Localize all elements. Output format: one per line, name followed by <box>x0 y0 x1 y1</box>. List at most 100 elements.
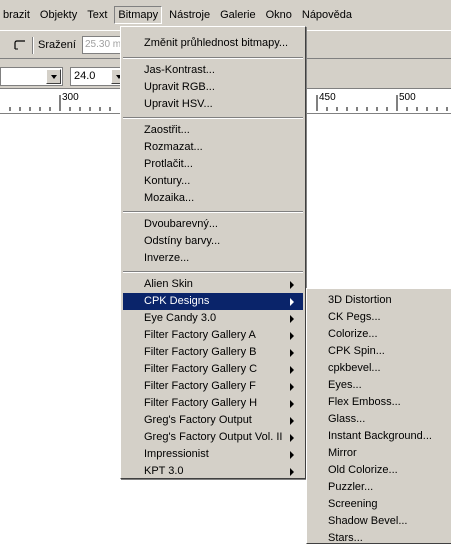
submenu-arrow-icon <box>290 281 294 289</box>
menu-item-filter-factory-a[interactable]: Filter Factory Gallery A <box>123 327 303 344</box>
menu-item-kpt[interactable]: KPT 3.0 <box>123 463 303 480</box>
submenu-item-puzzler[interactable]: Puzzler... <box>309 479 451 496</box>
submenu-arrow-icon <box>290 298 294 306</box>
submenu-item-eyes[interactable]: Eyes... <box>309 377 451 394</box>
menu-item-label: Změnit průhlednost bitmapy... <box>144 37 289 49</box>
menu-item-label: Filter Factory Gallery A <box>144 329 256 341</box>
font-combo[interactable] <box>0 67 63 86</box>
menu-item-label: Dvoubarevný... <box>144 218 218 230</box>
menu-item-label: Filter Factory Gallery C <box>144 363 258 375</box>
menu-item-label: Eye Candy 3.0 <box>144 312 217 324</box>
menu-item-impressionist[interactable]: Impressionist <box>123 446 303 463</box>
submenu-item-cpk-spin[interactable]: CPK Spin... <box>309 343 451 360</box>
menu-item-rozmazat[interactable]: Rozmazat... <box>123 139 303 156</box>
submenu-item-screening[interactable]: Screening <box>309 496 451 513</box>
submenu-item-shadow-bevel[interactable]: Shadow Bevel... <box>309 513 451 530</box>
menu-item-label: Kontury... <box>144 175 191 187</box>
menu-item-odstiny-barvy[interactable]: Odstíny barvy... <box>123 233 303 250</box>
corner-shape-icon[interactable] <box>14 40 26 50</box>
menu-item-protlacit[interactable]: Protlačit... <box>123 156 303 173</box>
ruler-label: 450 <box>319 92 336 103</box>
bitmap-menu: Změnit průhlednost bitmapy... Jas-Kontra… <box>120 26 306 479</box>
menu-item-label: Greg's Factory Output <box>144 414 252 426</box>
menu-objekty[interactable]: Objekty <box>37 7 80 23</box>
ruler-label: 500 <box>399 92 416 103</box>
menu-bitmapy[interactable]: Bitmapy <box>114 6 163 24</box>
menu-galerie[interactable]: Galerie <box>217 7 258 23</box>
submenu-item-mirror[interactable]: Mirror <box>309 445 451 462</box>
submenu-item-cpkbevel[interactable]: cpkbevel... <box>309 360 451 377</box>
submenu-item-3d-distortion[interactable]: 3D Distortion <box>309 292 451 309</box>
font-size-combo[interactable]: 24.0 <box>70 67 126 86</box>
font-size-value: 24.0 <box>74 70 96 82</box>
submenu-arrow-icon <box>290 468 294 476</box>
menu-item-mozaika[interactable]: Mozaika... <box>123 190 303 207</box>
menu-napoveda[interactable]: Nápověda <box>299 7 355 23</box>
menu-item-upravit-hsv[interactable]: Upravit HSV... <box>123 96 303 113</box>
menu-item-label: CPK Designs <box>144 295 210 307</box>
menu-item-label: Impressionist <box>144 448 209 460</box>
srazeni-label: Sražení <box>38 39 76 51</box>
menu-item-label: Odstíny barvy... <box>144 235 221 247</box>
submenu-arrow-icon <box>290 315 294 323</box>
menu-item-gregs-factory-output-2[interactable]: Greg's Factory Output Vol. II <box>123 429 303 446</box>
menu-item-inverze[interactable]: Inverze... <box>123 250 303 267</box>
toolbar-separator <box>32 37 34 54</box>
menu-separator <box>123 117 303 119</box>
menu-item-gregs-factory-output[interactable]: Greg's Factory Output <box>123 412 303 429</box>
menu-item-label: Mozaika... <box>144 192 195 204</box>
menu-nastroje[interactable]: Nástroje <box>166 7 213 23</box>
menu-item-label: KPT 3.0 <box>144 465 184 477</box>
submenu-item-glass[interactable]: Glass... <box>309 411 451 428</box>
menu-item-upravit-rgb[interactable]: Upravit RGB... <box>123 79 303 96</box>
menu-item-alien-skin[interactable]: Alien Skin <box>123 276 303 293</box>
menu-item-cpk-designs[interactable]: CPK Designs <box>123 293 303 310</box>
menu-item-eye-candy[interactable]: Eye Candy 3.0 <box>123 310 303 327</box>
menu-item-filter-factory-f[interactable]: Filter Factory Gallery F <box>123 378 303 395</box>
menu-text[interactable]: Text <box>84 7 110 23</box>
menu-item-label: Jas-Kontrast... <box>144 64 215 76</box>
menu-item-filter-factory-h[interactable]: Filter Factory Gallery H <box>123 395 303 412</box>
menu-separator <box>123 271 303 273</box>
menu-item-filter-factory-c[interactable]: Filter Factory Gallery C <box>123 361 303 378</box>
menu-okno[interactable]: Okno <box>263 7 295 23</box>
menu-item-filter-factory-b[interactable]: Filter Factory Gallery B <box>123 344 303 361</box>
menu-item-label: Greg's Factory Output Vol. II <box>144 431 283 443</box>
menu-item-label: Upravit HSV... <box>144 98 213 110</box>
submenu-arrow-icon <box>290 332 294 340</box>
menu-item-jas-kontrast[interactable]: Jas-Kontrast... <box>123 62 303 79</box>
menu-item-dvoubarevny[interactable]: Dvoubarevný... <box>123 216 303 233</box>
menu-item-label: Rozmazat... <box>144 141 203 153</box>
menu-item-label: Alien Skin <box>144 278 193 290</box>
submenu-item-stars[interactable]: Stars... <box>309 530 451 544</box>
submenu-item-ck-pegs[interactable]: CK Pegs... <box>309 309 451 326</box>
submenu-arrow-icon <box>290 349 294 357</box>
chevron-down-icon[interactable] <box>46 69 61 84</box>
menu-separator <box>123 211 303 213</box>
submenu-arrow-icon <box>290 383 294 391</box>
submenu-arrow-icon <box>290 451 294 459</box>
srazeni-input[interactable]: 25.30 mm <box>82 36 124 54</box>
menu-item-label: Filter Factory Gallery B <box>144 346 257 358</box>
submenu-arrow-icon <box>290 400 294 408</box>
ruler-label: 300 <box>62 92 79 103</box>
menu-item-zaostrit[interactable]: Zaostřit... <box>123 122 303 139</box>
menu-item-label: Protlačit... <box>144 158 193 170</box>
submenu-item-colorize[interactable]: Colorize... <box>309 326 451 343</box>
submenu-item-flex-emboss[interactable]: Flex Emboss... <box>309 394 451 411</box>
submenu-item-instant-background[interactable]: Instant Background... <box>309 428 451 445</box>
menu-item-label: Filter Factory Gallery F <box>144 380 256 392</box>
menu-item-label: Inverze... <box>144 252 190 264</box>
menu-item-change-transparency[interactable]: Změnit průhlednost bitmapy... <box>123 35 303 52</box>
menu-separator <box>123 57 303 59</box>
submenu-arrow-icon <box>290 434 294 442</box>
submenu-arrow-icon <box>290 417 294 425</box>
menu-item-label: Upravit RGB... <box>144 81 215 93</box>
menu-upravit[interactable]: brazit <box>0 7 33 23</box>
menu-item-label: Filter Factory Gallery H <box>144 397 258 409</box>
cpk-designs-submenu: 3D Distortion CK Pegs... Colorize... CPK… <box>306 288 451 544</box>
menu-item-label: Zaostřit... <box>144 124 190 136</box>
menu-item-kontury[interactable]: Kontury... <box>123 173 303 190</box>
submenu-arrow-icon <box>290 366 294 374</box>
submenu-item-old-colorize[interactable]: Old Colorize... <box>309 462 451 479</box>
